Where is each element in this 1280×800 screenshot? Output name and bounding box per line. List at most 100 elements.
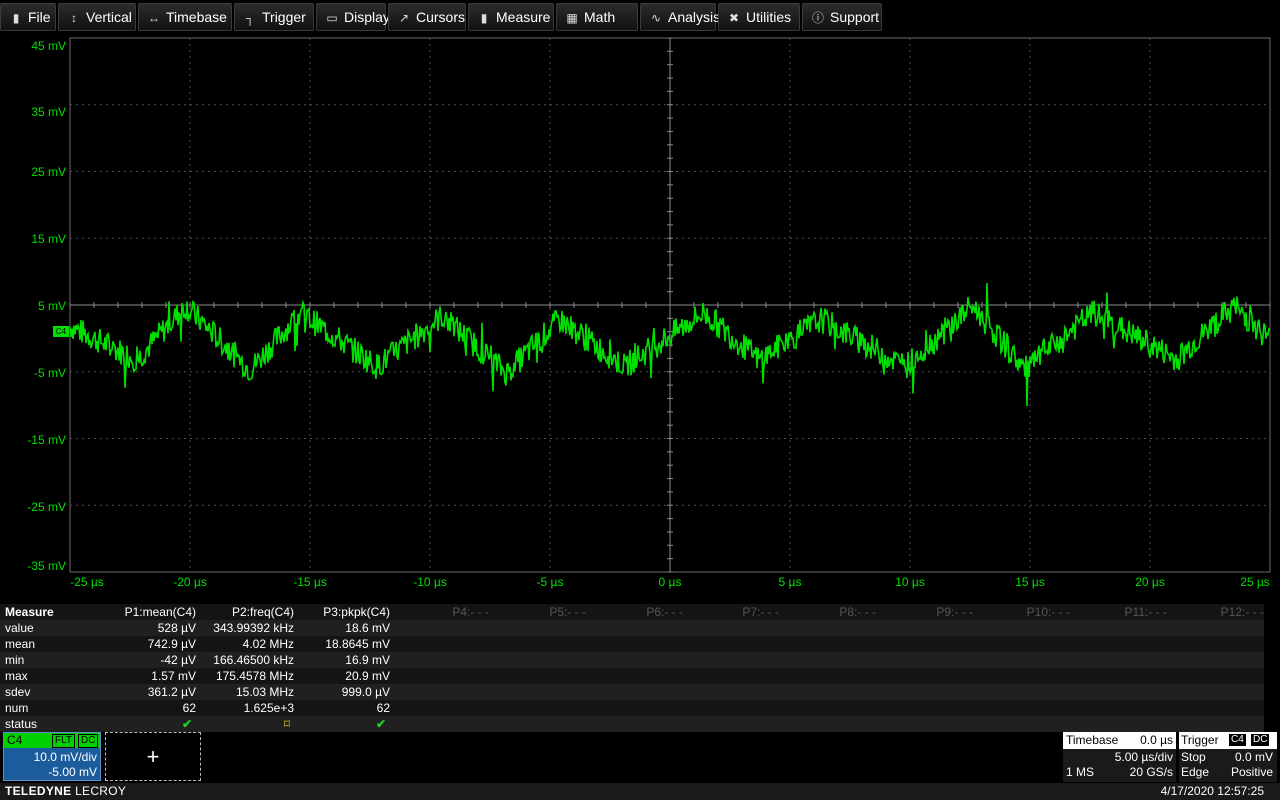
measure-param-header[interactable]: P1:mean(C4) xyxy=(125,604,196,620)
menu-math[interactable]: ▦ Math xyxy=(556,3,638,31)
channel-level-marker[interactable]: C4 xyxy=(53,326,69,337)
menu-utilities[interactable]: ✖ Utilities xyxy=(718,3,800,31)
measure-row-value: value 528 µV 343.99392 kHz 18.6 mV xyxy=(0,620,1264,636)
add-trace-button[interactable]: + xyxy=(105,732,201,781)
measure-param-header[interactable]: P3:pkpk(C4) xyxy=(323,604,390,620)
measure-cell: 175.4578 MHz xyxy=(215,669,294,683)
channel-c4-descriptor[interactable]: C4 FLT DC 10.0 mV/div -5.00 mV xyxy=(3,732,101,781)
waveform-display[interactable]: C4 45 mV 35 mV 25 mV 15 mV 5 mV -5 mV -15 mV -2… xyxy=(0,34,1280,604)
measure-row-status: status ✔ ⌑ ✔ xyxy=(0,716,1264,732)
x-tick-label: 10 µs xyxy=(895,575,925,589)
measure-empty-param[interactable]: P11:- - - xyxy=(1125,604,1167,620)
trigger-icon: ┐ xyxy=(245,11,255,25)
measure-cell: 1.57 mV xyxy=(151,669,196,683)
measure-row-max: max 1.57 mV 175.4578 MHz 20.9 mV xyxy=(0,668,1264,684)
trigger-descriptor[interactable]: Trigger C4 DC Stop 0.0 mV Edge Positive xyxy=(1179,732,1277,782)
y-tick-label: 45 mV xyxy=(31,39,66,53)
menu-measure[interactable]: ▮ Measure xyxy=(468,3,554,31)
menu-label: Trigger xyxy=(262,9,306,25)
measure-cell: 18.6 mV xyxy=(345,621,390,635)
trigger-source-badge: C4 xyxy=(1229,734,1246,746)
measure-empty-param[interactable]: P12:- - - xyxy=(1221,604,1264,620)
x-tick-label: 5 µs xyxy=(778,575,802,589)
trigger-type: Edge xyxy=(1181,765,1210,779)
check-icon: ✔ xyxy=(181,717,192,731)
filter-tag: FLT xyxy=(52,734,76,748)
y-tick-label: -15 mV xyxy=(27,433,66,447)
horizontal-arrows-icon: ↔ xyxy=(148,11,160,25)
menu-timebase[interactable]: ↔ Timebase xyxy=(138,3,232,31)
measure-empty-param[interactable]: P5:- - - xyxy=(549,604,586,620)
analysis-icon: ∿ xyxy=(650,11,662,25)
x-tick-label: 15 µs xyxy=(1015,575,1045,589)
menu-vertical[interactable]: ↕ Vertical xyxy=(58,3,136,31)
measure-empty-param[interactable]: P6:- - - xyxy=(646,604,683,620)
menu-support[interactable]: ⓘ Support xyxy=(802,3,882,31)
x-tick-label: -15 µs xyxy=(293,575,327,589)
y-tick-label: 25 mV xyxy=(31,165,66,179)
menu-label: Vertical xyxy=(86,9,132,25)
x-tick-label: -5 µs xyxy=(536,575,564,589)
measure-row-label: max xyxy=(5,669,28,683)
measure-empty-param[interactable]: P4:- - - xyxy=(452,604,489,620)
timebase-title: Timebase xyxy=(1066,733,1119,747)
math-icon: ▦ xyxy=(566,11,578,25)
menu-label: File xyxy=(28,9,51,25)
measure-cell: 999.0 µV xyxy=(341,685,390,699)
menu-label: Support xyxy=(830,9,880,25)
menu-analysis[interactable]: ∿ Analysis xyxy=(640,3,720,31)
trigger-mode: Stop xyxy=(1181,750,1206,764)
trigger-level: 0.0 mV xyxy=(1234,750,1273,764)
menu-label: Display xyxy=(344,9,390,25)
channel-name: C4 xyxy=(7,733,23,747)
trigger-title: Trigger xyxy=(1181,733,1219,747)
warning-icon: ⌑ xyxy=(283,717,290,731)
measure-cell: 343.99392 kHz xyxy=(213,621,294,635)
y-tick-label: 35 mV xyxy=(31,105,66,119)
measure-cell: 361.2 µV xyxy=(147,685,196,699)
timebase-descriptor[interactable]: Timebase 0.0 µs 5.00 µs/div 1 MS 20 GS/s xyxy=(1063,732,1176,782)
measure-row-min: min -42 µV 166.46500 kHz 16.9 mV xyxy=(0,652,1264,668)
menu-label: Timebase xyxy=(166,9,227,25)
y-tick-label: 15 mV xyxy=(31,232,66,246)
trigger-slope: Positive xyxy=(1230,765,1273,779)
measure-row-sdev: sdev 361.2 µV 15.03 MHz 999.0 µV xyxy=(0,684,1264,700)
measure-row-mean: mean 742.9 µV 4.02 MHz 18.8645 mV xyxy=(0,636,1264,652)
menu-trigger[interactable]: ┐ Trigger xyxy=(234,3,314,31)
channel-c4-header: C4 FLT DC xyxy=(4,733,100,748)
measure-empty-param[interactable]: P10:- - - xyxy=(1027,604,1070,620)
timebase-delay: 0.0 µs xyxy=(1140,733,1173,747)
menu-bar: ▮ File ↕ Vertical ↔ Timebase ┐ Trigger ▭ Display ↗… xyxy=(0,0,1280,34)
measure-cell: 20.9 mV xyxy=(345,669,390,683)
measure-title: Measure xyxy=(5,605,54,619)
y-tick-label: -35 mV xyxy=(27,559,66,573)
x-tick-label: 25 µs xyxy=(1240,575,1270,589)
measure-empty-param[interactable]: P7:- - - xyxy=(742,604,779,620)
y-tick-label: -25 mV xyxy=(27,500,66,514)
measure-cell: 62 xyxy=(376,701,390,715)
measure-row-label: status xyxy=(5,717,38,731)
y-tick-label: -5 mV xyxy=(33,366,66,380)
measure-empty-param[interactable]: P8:- - - xyxy=(839,604,876,620)
measure-icon: ▮ xyxy=(480,11,488,25)
measure-header-row: Measure P1:mean(C4) P2:freq(C4) P3:pkpk(C4)… xyxy=(0,604,1264,620)
measure-cell: 1.625e+3 xyxy=(243,701,294,715)
coupling-tag: DC xyxy=(78,734,99,748)
measure-cell: 15.03 MHz xyxy=(235,685,294,699)
measure-cell: 166.46500 kHz xyxy=(213,653,294,667)
menu-file[interactable]: ▮ File xyxy=(0,3,56,31)
check-icon: ✔ xyxy=(375,717,386,731)
measure-cell: 4.02 MHz xyxy=(242,637,294,651)
menu-display[interactable]: ▭ Display xyxy=(316,3,390,31)
menu-label: Analysis xyxy=(668,9,721,25)
y-tick-label: 5 mV xyxy=(37,299,66,313)
menu-cursors[interactable]: ↗ Cursors xyxy=(388,3,466,31)
measure-empty-param[interactable]: P9:- - - xyxy=(936,604,973,620)
menu-label: Math xyxy=(584,9,616,25)
measure-param-header[interactable]: P2:freq(C4) xyxy=(232,604,294,620)
x-tick-label: -10 µs xyxy=(413,575,447,589)
support-icon: ⓘ xyxy=(811,11,824,25)
menu-label: Measure xyxy=(496,9,551,25)
vertical-arrows-icon: ↕ xyxy=(71,11,77,25)
cursor-icon: ↗ xyxy=(398,11,410,25)
